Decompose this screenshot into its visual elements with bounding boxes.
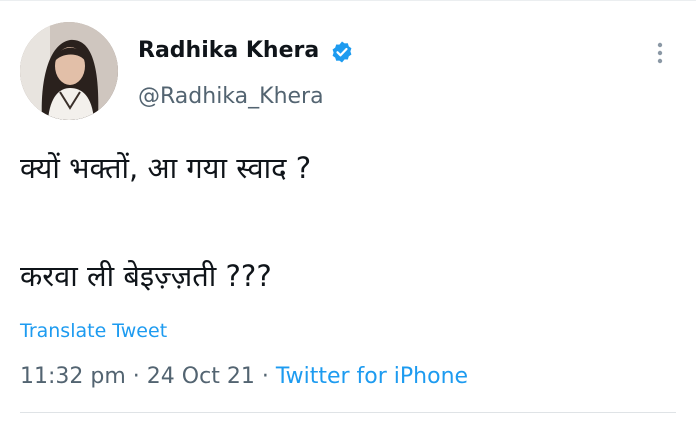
meta-separator: · [261,364,269,389]
user-handle[interactable]: @Radhika_Khera [138,84,324,109]
profile-photo-icon [20,22,118,120]
tweet-date[interactable]: 24 Oct 21 [147,364,255,389]
top-divider [0,0,696,1]
meta-separator: · [132,364,140,389]
tweet-card: Radhika Khera @Radhika_Khera क्यों भक्तो… [0,0,696,422]
verified-badge-icon [332,41,352,63]
tweet-source-link[interactable]: Twitter for iPhone [276,364,468,389]
tweet-time[interactable]: 11:32 pm [20,364,126,389]
display-name[interactable]: Radhika Khera [138,38,319,63]
tweet-text-line-2: करवा ली बेइज़्ज़ती ??? [20,259,272,293]
tweet-meta: 11:32 pm · 24 Oct 21 · Twitter for iPhon… [20,364,468,389]
translate-tweet-link[interactable]: Translate Tweet [20,320,167,342]
bottom-divider [20,412,676,413]
tweet-text-line-1: क्यों भक्तों, आ गया स्वाद ? [20,151,312,185]
more-vertical-icon[interactable] [650,40,670,66]
avatar[interactable] [20,22,118,120]
